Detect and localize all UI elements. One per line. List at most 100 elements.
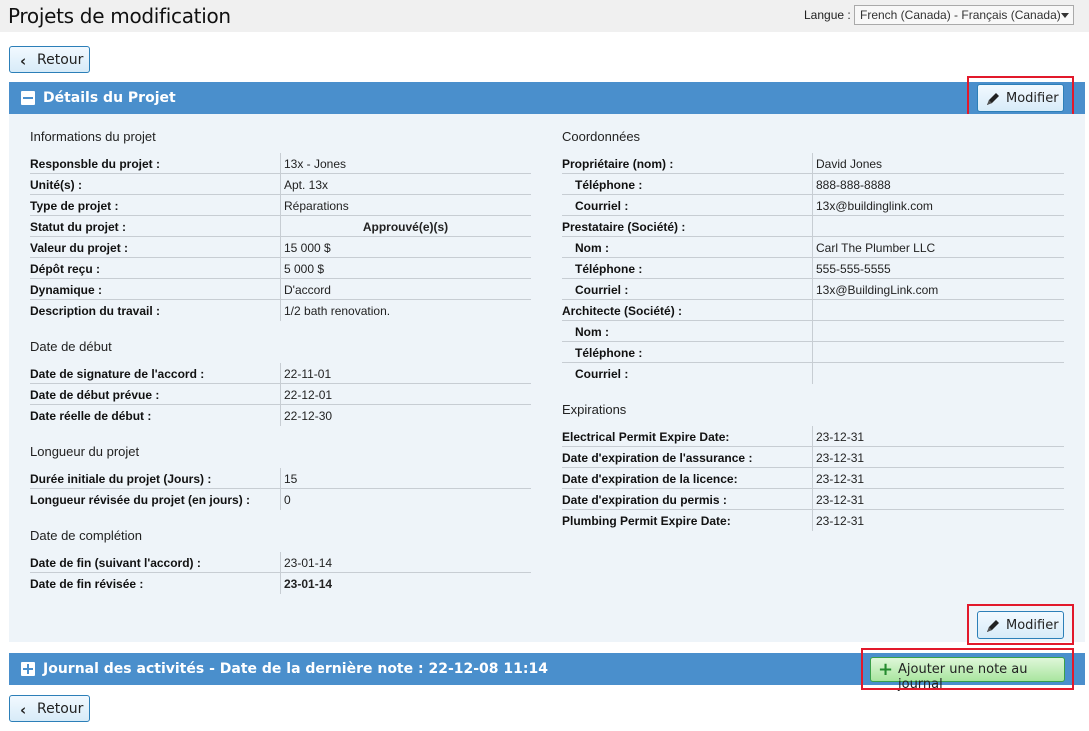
detail-label: Téléphone : [575,346,643,360]
detail-row: Statut du projet : Approuvé(e)(s) [30,216,531,237]
detail-label: Nom : [575,241,609,255]
detail-value: 15 000 $ [284,241,331,255]
detail-label: Date de fin (suivant l'accord) : [30,556,201,570]
detail-value: D'accord [284,283,331,297]
detail-row: Electrical Permit Expire Date: 23-12-31 [562,426,1064,447]
top-bar: Projets de modification Langue : French … [0,0,1089,32]
detail-value[interactable]: 13x@buildinglink.com [816,199,933,213]
detail-label: Longueur révisée du projet (en jours) : [30,493,251,507]
detail-label: Nom : [575,325,609,339]
detail-value: 22-12-01 [284,388,333,402]
detail-label: Architecte (Société) : [562,304,683,318]
detail-label: Description du travail : [30,304,161,318]
highlight-box [967,604,1074,645]
detail-value: 23-12-31 [816,451,865,465]
completion-heading: Date de complétion [30,528,143,543]
detail-row: Courriel : [562,363,1064,384]
contacts-heading: Coordonnées [562,129,641,144]
highlight-box [861,648,1074,690]
detail-row: Nom : [562,321,1064,342]
detail-value: 13x - Jones [284,157,347,171]
collapse-icon[interactable] [21,91,35,105]
back-button[interactable]: ‹ Retour [9,46,90,73]
language-select[interactable]: French (Canada) - Français (Canada) [854,5,1074,25]
detail-value: 23-12-31 [816,493,865,507]
detail-label: Date réelle de début : [30,409,152,423]
detail-row: Propriétaire (nom) : David Jones [562,153,1064,174]
detail-label: Unité(s) : [30,178,82,192]
detail-row: Courriel : 13x@buildinglink.com [562,195,1064,216]
chevron-down-icon [1061,13,1069,18]
detail-value: 23-12-31 [816,430,865,444]
detail-value: 22-11-01 [284,367,332,381]
detail-value: 888-888-8888 [816,178,891,192]
detail-value: 23-01-14 [284,577,333,591]
detail-row: Durée initiale du projet (Jours) : 15 [30,468,531,489]
detail-row: Dépôt reçu : 5 000 $ [30,258,531,279]
detail-label: Responsble du projet : [30,157,161,171]
detail-row: Responsble du projet : 13x - Jones [30,153,531,174]
detail-label: Dépôt reçu : [30,262,101,276]
project-info-heading: Informations du projet [30,129,156,144]
detail-row: Date d'expiration du permis : 23-12-31 [562,489,1064,510]
detail-row: Description du travail : 1/2 bath renovat… [30,300,531,321]
detail-row: Architecte (Société) : [562,300,1064,321]
detail-row: Type de projet : Réparations [30,195,531,216]
detail-label: Dynamique : [30,283,103,297]
detail-label: Courriel : [575,199,629,213]
detail-row: Date réelle de début : 22-12-30 [30,405,531,426]
detail-row: Valeur du projet : 15 000 $ [30,237,531,258]
detail-label: Statut du projet : [30,220,126,234]
detail-row: Téléphone : 888-888-8888 [562,174,1064,195]
detail-label: Date de signature de l'accord : [30,367,205,381]
detail-row: Unité(s) : Apt. 13x [30,174,531,195]
detail-value: 555-555-5555 [816,262,891,276]
back-button-label: Retour [37,701,84,717]
detail-value: Approuvé(e)(s) [362,220,449,234]
back-button-bottom[interactable]: ‹ Retour [9,695,90,722]
detail-value: 22-12-30 [284,409,333,423]
detail-value: 23-12-31 [816,514,865,528]
detail-label: Date d'expiration du permis : [562,493,727,507]
detail-value: Apt. 13x [284,178,329,192]
detail-value: 5 000 $ [284,262,325,276]
detail-label: Date d'expiration de l'assurance : [562,451,753,465]
language-label: Langue : [804,8,851,22]
detail-row: Date de début prévue : 22-12-01 [30,384,531,405]
chevron-left-icon: ‹ [20,52,27,70]
detail-row: Téléphone : [562,342,1064,363]
detail-value: David Jones [816,157,883,171]
project-length-heading: Longueur du projet [30,444,140,459]
detail-row: Courriel : 13x@BuildingLink.com [562,279,1064,300]
detail-label: Prestataire (Société) : [562,220,686,234]
chevron-left-icon: ‹ [20,701,27,719]
detail-value: 0 [284,493,291,507]
detail-label: Téléphone : [575,178,643,192]
detail-label: Date de début prévue : [30,388,160,402]
detail-label: Valeur du projet : [30,241,129,255]
start-date-heading: Date de début [30,339,112,354]
detail-label: Electrical Permit Expire Date: [562,430,730,444]
detail-value: Réparations [284,199,349,213]
detail-row: Date de signature de l'accord : 22-11-01 [30,363,531,384]
detail-row: Plumbing Permit Expire Date: 23-12-31 [562,510,1064,531]
detail-row: Date d'expiration de l'assurance : 23-12-… [562,447,1064,468]
back-button-label: Retour [37,52,84,68]
language-select-value: French (Canada) - Français (Canada) [860,8,1061,22]
detail-label: Plumbing Permit Expire Date: [562,514,731,528]
detail-label: Courriel : [575,367,629,381]
detail-value: 15 [284,472,298,486]
details-section-header[interactable]: Détails du Projet [9,82,1085,114]
detail-value: 1/2 bath renovation. [284,304,391,318]
details-section-title: Détails du Projet [43,90,176,106]
detail-label: Date de fin révisée : [30,577,144,591]
detail-value: 23-12-31 [816,472,865,486]
detail-value[interactable]: 13x@BuildingLink.com [816,283,938,297]
expand-icon[interactable] [21,662,35,676]
detail-row: Nom : Carl The Plumber LLC [562,237,1064,258]
detail-row: Dynamique : D'accord [30,279,531,300]
page-title: Projets de modification [8,4,231,28]
detail-row: Date d'expiration de la licence: 23-12-31 [562,468,1064,489]
detail-label: Durée initiale du projet (Jours) : [30,472,212,486]
detail-label: Téléphone : [575,262,643,276]
